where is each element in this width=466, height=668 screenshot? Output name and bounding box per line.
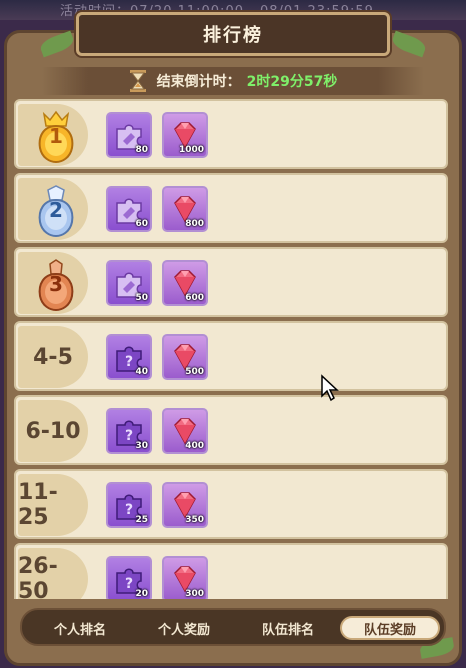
rank-badge: 6-10: [18, 400, 88, 462]
tab-team-ranking[interactable]: 队伍排名: [238, 616, 338, 640]
reward-quantity: 50: [135, 293, 148, 303]
rank-badge: 3: [18, 252, 88, 314]
tab-label: 个人奖励: [157, 622, 210, 638]
page-title: 排行榜: [203, 25, 263, 46]
countdown-label: 结束倒计时：: [156, 74, 241, 90]
reward-quantity: 1000: [178, 145, 204, 155]
reward-quantity: 30: [135, 441, 148, 451]
reward-quantity: 60: [135, 219, 148, 229]
reward-quantity: 40: [135, 367, 148, 377]
tab-label: 队伍排名: [261, 622, 314, 638]
reward-quantity: 500: [185, 367, 204, 377]
reward-item[interactable]: 50: [106, 260, 152, 306]
reward-item[interactable]: ? 20: [106, 556, 152, 599]
countdown-value: 2时29分57秒: [246, 74, 338, 90]
svg-text:?: ?: [125, 354, 133, 370]
svg-text:?: ?: [125, 576, 133, 592]
rank-badge: 1: [18, 104, 88, 166]
rank-range: 4-5: [33, 344, 73, 370]
svg-text:?: ?: [125, 502, 133, 518]
reward-item[interactable]: ? 30: [106, 408, 152, 454]
reward-quantity: 800: [185, 219, 204, 229]
rank-badge: 26-50: [18, 548, 88, 599]
rank-row: 3 50 600: [14, 247, 448, 317]
reward-quantity: 300: [185, 589, 204, 599]
tab-bar: 个人排名 个人奖励 队伍排名 队伍奖励: [20, 608, 446, 646]
mouse-cursor-icon: [321, 374, 339, 402]
tab-label: 个人排名: [53, 622, 106, 638]
rank-range: 26-50: [18, 554, 58, 599]
reward-item[interactable]: 60: [106, 186, 152, 232]
reward-item[interactable]: 400: [162, 408, 208, 454]
reward-item[interactable]: ? 40: [106, 334, 152, 380]
reward-quantity: 25: [135, 515, 148, 525]
svg-text:?: ?: [125, 428, 133, 444]
reward-item[interactable]: 1000: [162, 112, 208, 158]
reward-quantity: 600: [185, 293, 204, 303]
reward-item[interactable]: 600: [162, 260, 208, 306]
reward-quantity: 80: [135, 145, 148, 155]
reward-item[interactable]: 350: [162, 482, 208, 528]
title-banner: 排行榜: [76, 12, 390, 56]
tab-team-rewards[interactable]: 队伍奖励: [340, 616, 440, 640]
reward-quantity: 400: [185, 441, 204, 451]
reward-item[interactable]: 500: [162, 334, 208, 380]
reward-item[interactable]: 800: [162, 186, 208, 232]
rank-number: 3: [49, 272, 63, 296]
rank-row: 2 60 800: [14, 173, 448, 243]
tab-personal-ranking[interactable]: 个人排名: [30, 616, 130, 640]
rank-badge: 11-25: [18, 474, 88, 536]
tab-personal-rewards[interactable]: 个人奖励: [134, 616, 234, 640]
rank-row: 1 80 1000: [14, 99, 448, 169]
reward-quantity: 20: [135, 589, 148, 599]
rank-number: 2: [49, 198, 63, 222]
rank-badge: 4-5: [18, 326, 88, 388]
reward-item[interactable]: 300: [162, 556, 208, 599]
reward-quantity: 350: [185, 515, 204, 525]
tab-label: 队伍奖励: [363, 622, 416, 638]
hourglass-icon: [129, 70, 146, 92]
rank-number: 1: [49, 124, 63, 148]
rank-row: 26-50 ? 20 300: [14, 543, 448, 599]
rank-range: 6-10: [25, 418, 81, 444]
countdown-bar: 结束倒计时： 2时29分57秒: [42, 67, 424, 95]
rank-range: 11-25: [18, 480, 58, 530]
reward-list[interactable]: 1 80 1000 2 60 800 3 50 600 4-5 ? 40 500…: [14, 99, 450, 599]
rank-row: 6-10 ? 30 400: [14, 395, 448, 465]
rank-badge: 2: [18, 178, 88, 240]
reward-item[interactable]: ? 25: [106, 482, 152, 528]
rank-row: 11-25 ? 25 350: [14, 469, 448, 539]
reward-item[interactable]: 80: [106, 112, 152, 158]
rank-row: 4-5 ? 40 500: [14, 321, 448, 391]
